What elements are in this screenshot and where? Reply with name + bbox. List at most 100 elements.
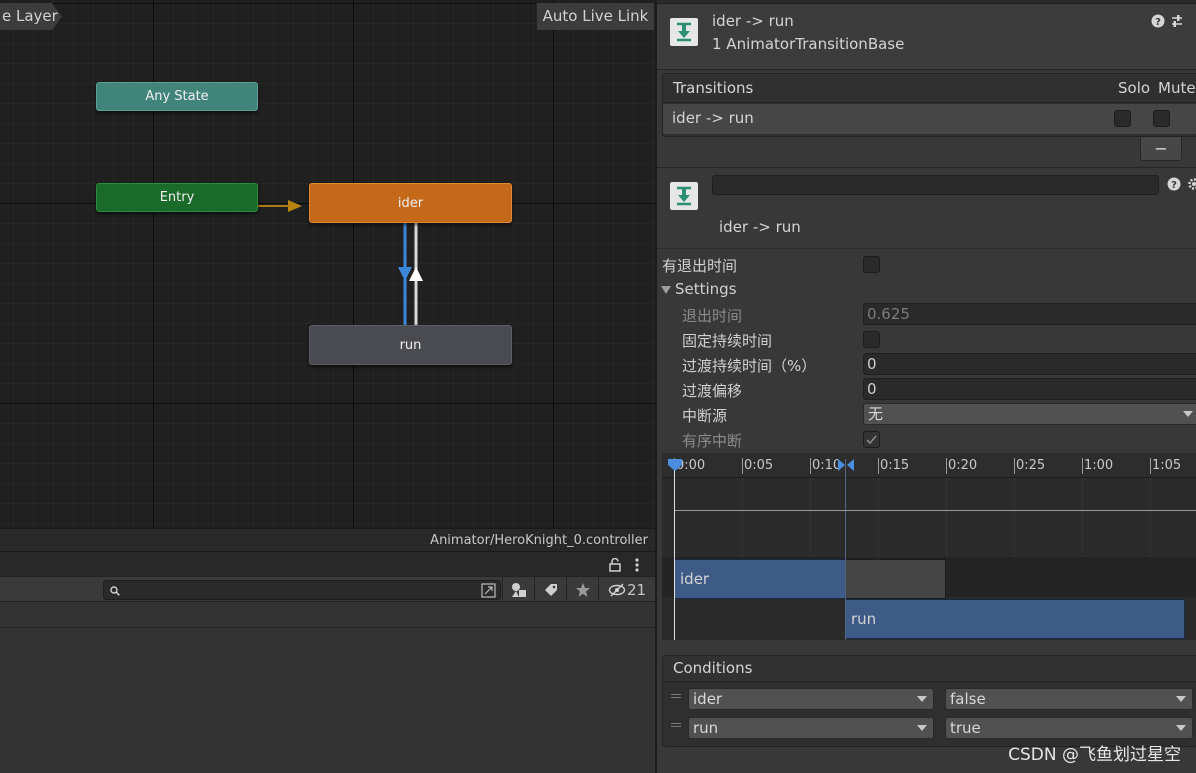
help-icon[interactable]: ? [1167,177,1181,191]
timeline-tick [742,458,743,474]
search-scope-icon[interactable] [481,583,496,598]
has-exit-time-label: 有退出时间 [662,257,738,275]
transition-handle-icon[interactable] [838,459,854,471]
divider [657,248,1196,249]
ider-track-label: ider [680,570,710,588]
filter-by-label-button[interactable] [534,577,566,603]
timeline-tick [1082,458,1083,474]
hidden-packages-count: 21 [626,581,647,599]
preset-icon[interactable] [1170,14,1184,28]
timeline-tick [1150,458,1151,474]
timeline-tick [810,458,811,474]
entry-transition-arrow-icon [288,200,302,212]
ider-state-node[interactable]: ider [309,183,512,223]
project-search-field[interactable] [103,580,501,600]
chevron-down-icon [1183,411,1193,417]
transition-editor-title: ider -> run [719,218,801,236]
condition-value-dropdown[interactable]: true [945,717,1193,739]
has-exit-time-checkbox[interactable] [863,256,880,273]
interruption-source-label: 中断源 [682,407,728,425]
fixed-duration-checkbox[interactable] [863,331,880,348]
filter-by-type-icon [511,583,526,597]
remove-transition-button[interactable]: − [1140,137,1182,161]
kebab-menu-icon[interactable] [634,557,640,573]
timeline-tick [946,458,947,474]
project-toolbar: 21 [0,576,655,603]
timeline-tick-label: 0:10 [812,458,842,473]
condition-parameter-dropdown[interactable]: ider [688,688,934,710]
playhead-marker-icon[interactable] [668,459,682,471]
run-track-label: run [851,610,877,628]
solo-checkbox[interactable] [1114,110,1131,127]
search-input[interactable] [124,582,474,598]
interruption-source-dropdown[interactable]: 无 [863,403,1196,425]
run-state-node[interactable]: run [309,325,512,365]
transition-lines [258,200,423,325]
drag-handle-icon[interactable] [671,694,681,695]
condition-parameter-dropdown[interactable]: run [688,717,934,739]
inspector-header: ider -> run 1 AnimatorTransitionBase ? [657,4,1196,70]
transition-offset-field[interactable]: 0 [863,378,1196,400]
exit-time-label: 退出时间 [682,307,743,325]
conditions-heading: Conditions [673,659,753,677]
search-icon [110,586,120,596]
any-state-node[interactable]: Any State [96,82,258,111]
settings-gear-icon[interactable] [1187,177,1196,191]
transition-name-field[interactable] [712,175,1159,195]
any-state-label: Any State [145,89,209,104]
divider [657,167,1196,168]
run-track-bar[interactable]: run [845,599,1185,639]
favorites-button[interactable] [566,577,598,603]
timeline-tick-label: 1:05 [1152,458,1182,473]
mute-header: Mute [1158,79,1196,97]
transition-editor-icon [670,182,698,210]
inspector-title: ider -> run [712,12,794,30]
exit-time-field: 0.625 [863,303,1196,325]
favorite-star-icon [575,583,590,597]
transition-row-name: ider -> run [672,109,754,127]
ordered-interruption-checkbox [863,431,880,448]
entry-label: Entry [159,190,195,205]
svg-text:?: ? [1155,17,1161,28]
inspector-panel: ider -> run 1 AnimatorTransitionBase ? T… [655,0,1196,773]
controller-path: Animator/HeroKnight_0.controller [0,528,655,551]
animator-graph-view[interactable]: e Layer Auto Live Link Any State Entry i… [0,0,655,528]
timeline-tick [878,458,879,474]
condition-row[interactable]: ider false [663,684,1196,714]
conditions-list: Conditions ider false run true [662,655,1196,747]
condition-parameter-value: ider [693,690,723,708]
drag-handle-icon[interactable] [671,723,681,724]
transition-start-line [845,459,846,640]
transition-duration-field[interactable]: 0 [863,353,1196,375]
ider-track-tail[interactable] [845,559,946,599]
transition-row[interactable]: ider -> run [663,104,1196,134]
condition-row[interactable]: run true [663,713,1196,743]
filter-by-type-button[interactable] [502,577,534,603]
project-tab-bar [0,551,655,576]
settings-foldout[interactable]: Settings [675,280,737,298]
transition-icon [670,18,698,46]
filter-by-label-icon [544,584,557,596]
transition-duration-label: 过渡持续时间（%） [682,357,817,375]
timeline-tick-label: 0:05 [744,458,774,473]
ider-to-run-arrow-icon [398,267,412,281]
inspector-subtitle: 1 AnimatorTransitionBase [712,35,905,53]
timeline-ruler: 0:00 0:05 0:10 0:15 0:20 0:25 1:00 1:05 [662,453,1196,478]
list-item[interactable] [0,602,655,628]
condition-value: false [950,690,986,708]
foldout-arrow-icon[interactable] [661,286,671,294]
help-icon[interactable]: ? [1151,14,1165,28]
transition-offset-label: 过渡偏移 [682,382,743,400]
condition-value-dropdown[interactable]: false [945,688,1193,710]
conditions-header: Conditions [663,656,1196,682]
fixed-duration-label: 固定持续时间 [682,332,773,350]
timeline-playhead[interactable] [674,465,675,640]
project-content[interactable] [0,602,655,773]
lock-icon[interactable] [609,558,621,572]
hidden-packages-toggle[interactable]: 21 [598,577,655,603]
entry-node[interactable]: Entry [96,183,258,212]
mute-checkbox[interactable] [1153,110,1170,127]
ider-track-bar[interactable]: ider [674,559,846,599]
transitions-heading: Transitions [673,79,754,97]
transition-timeline[interactable]: 0:00 0:05 0:10 0:15 0:20 0:25 1:00 1:05 ider ru… [662,453,1196,640]
